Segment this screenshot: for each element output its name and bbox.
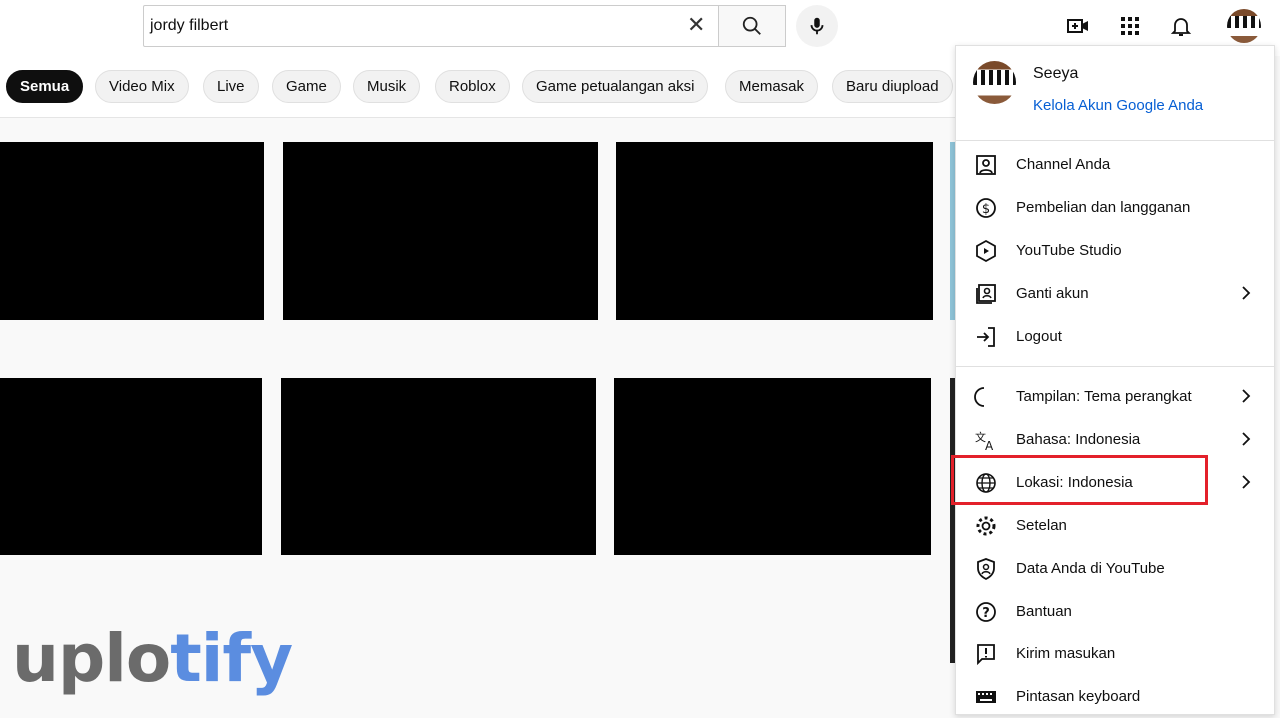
menu-item-label: Pintasan keyboard xyxy=(1016,688,1141,705)
menu-item-youtube-studio[interactable]: YouTube Studio xyxy=(956,229,1274,272)
chevron-right-icon xyxy=(1242,389,1251,403)
menu-item-pembelian-dan-langganan[interactable]: $ Pembelian dan langganan xyxy=(956,186,1274,229)
menu-item-tampilan-tema-perangkat[interactable]: Tampilan: Tema perangkat xyxy=(956,375,1274,418)
search-input[interactable]: jordy filbert xyxy=(143,5,719,47)
chip-musik[interactable]: Musik xyxy=(353,70,421,103)
chip-roblox[interactable]: Roblox xyxy=(435,70,510,103)
switch-account-icon xyxy=(976,284,996,304)
account-avatar-button[interactable] xyxy=(1227,9,1261,43)
video-thumbnail[interactable] xyxy=(283,142,598,320)
video-thumbnail[interactable] xyxy=(614,378,931,555)
video-thumbnail[interactable] xyxy=(0,142,264,320)
moon-icon xyxy=(974,387,985,407)
search-button[interactable] xyxy=(718,5,786,47)
menu-item-label: Setelan xyxy=(1016,517,1067,534)
chevron-right-icon xyxy=(1242,286,1251,300)
chip-memasak[interactable]: Memasak xyxy=(725,70,819,103)
menu-item-label: Channel Anda xyxy=(1016,156,1111,173)
video-thumbnail[interactable] xyxy=(281,378,596,555)
menu-item-kirim-masukan[interactable]: Kirim masukan xyxy=(956,632,1274,675)
menu-divider xyxy=(956,366,1274,367)
create-video-icon[interactable] xyxy=(1066,14,1090,38)
dollar-icon: $ xyxy=(976,198,996,218)
keyboard-icon xyxy=(976,691,996,703)
menu-item-label: Logout xyxy=(1016,328,1062,345)
account-name: Seeya xyxy=(1033,65,1079,82)
watermark-part1: uplo xyxy=(12,620,171,697)
svg-text:?: ? xyxy=(982,606,990,621)
menu-item-label: YouTube Studio xyxy=(1016,242,1122,259)
translate-icon: 文A xyxy=(975,430,994,452)
menu-item-channel-anda[interactable]: Channel Anda xyxy=(956,143,1274,186)
account-menu: Seeya Kelola Akun Google Anda Channel An… xyxy=(955,45,1275,715)
filter-chips-bar: Semua Video Mix Live Game Musik Roblox G… xyxy=(0,56,955,118)
notifications-bell-icon[interactable] xyxy=(1169,14,1193,38)
svg-text:$: $ xyxy=(982,202,990,217)
menu-item-pintasan-keyboard[interactable]: Pintasan keyboard xyxy=(956,675,1274,718)
svg-text:A: A xyxy=(985,439,994,452)
account-header: Seeya Kelola Akun Google Anda xyxy=(956,46,1274,141)
uplotify-watermark: uplotify xyxy=(12,620,293,697)
chip-baru-diupload[interactable]: Baru diupload xyxy=(832,70,953,103)
video-thumbnail[interactable] xyxy=(616,142,933,320)
chip-game[interactable]: Game xyxy=(272,70,341,103)
menu-item-label: Pembelian dan langganan xyxy=(1016,199,1191,216)
watermark-part2: tify xyxy=(170,620,293,697)
voice-search-button[interactable] xyxy=(796,5,838,47)
menu-item-label: Kirim masukan xyxy=(1016,645,1116,662)
menu-item-setelan[interactable]: Setelan xyxy=(956,504,1274,547)
chip-video-mix[interactable]: Video Mix xyxy=(95,70,189,103)
apps-grid-icon[interactable] xyxy=(1118,14,1142,38)
chevron-right-icon xyxy=(1242,432,1251,446)
studio-icon xyxy=(976,239,996,263)
menu-item-logout[interactable]: Logout xyxy=(956,315,1274,358)
search-icon xyxy=(742,16,761,35)
feedback-icon xyxy=(977,644,995,666)
menu-item-label: Ganti akun xyxy=(1016,285,1089,302)
account-avatar xyxy=(973,61,1016,104)
video-thumbnail[interactable] xyxy=(0,378,262,555)
manage-google-account-link[interactable]: Kelola Akun Google Anda xyxy=(1033,97,1203,114)
highlight-box xyxy=(951,455,1208,505)
help-icon: ? xyxy=(976,602,996,622)
menu-item-data-anda-di-youtube[interactable]: Data Anda di YouTube xyxy=(956,547,1274,590)
menu-item-label: Bantuan xyxy=(1016,603,1072,620)
person-box-icon xyxy=(976,155,996,175)
chip-game-petualangan-aksi[interactable]: Game petualangan aksi xyxy=(522,70,709,103)
chevron-right-icon xyxy=(1242,475,1251,489)
menu-item-label: Tampilan: Tema perangkat xyxy=(1016,388,1192,405)
clear-search-icon[interactable]: ✕ xyxy=(687,14,705,36)
microphone-icon xyxy=(810,17,824,35)
menu-item-label: Data Anda di YouTube xyxy=(1016,560,1165,577)
chip-semua[interactable]: Semua xyxy=(6,70,84,103)
menu-item-bantuan[interactable]: ? Bantuan xyxy=(956,590,1274,633)
gear-icon xyxy=(976,516,996,536)
chip-live[interactable]: Live xyxy=(203,70,259,103)
menu-item-ganti-akun[interactable]: Ganti akun xyxy=(956,272,1274,315)
shield-person-icon xyxy=(977,558,995,581)
menu-item-label: Bahasa: Indonesia xyxy=(1016,431,1141,448)
logout-icon xyxy=(977,327,995,347)
